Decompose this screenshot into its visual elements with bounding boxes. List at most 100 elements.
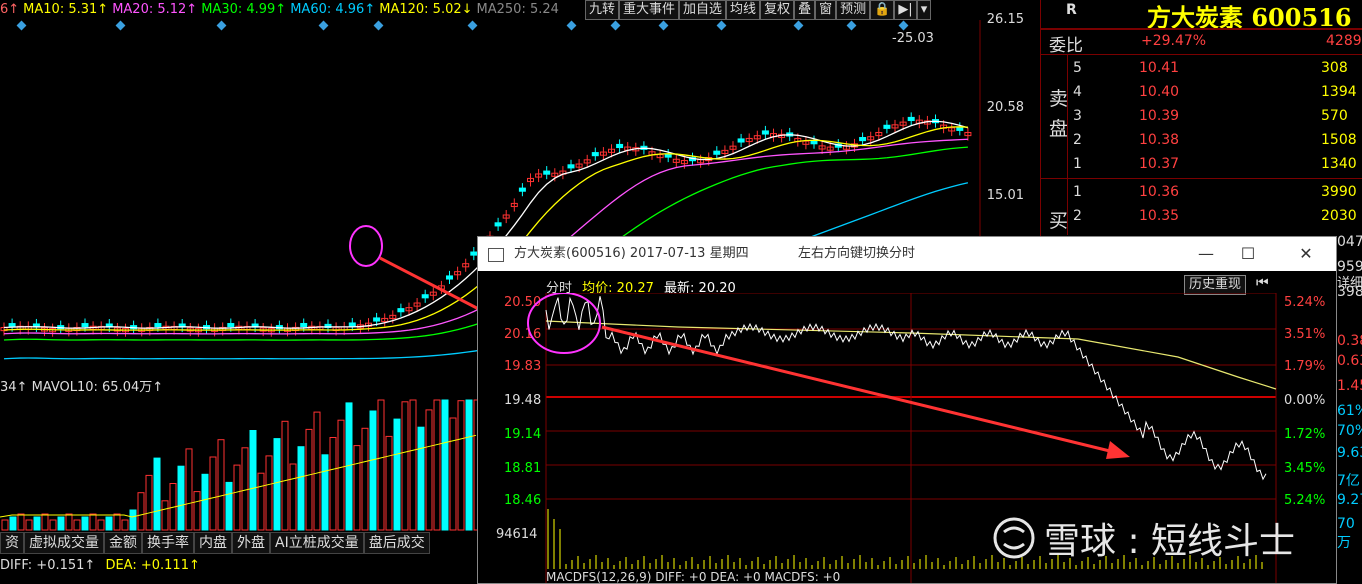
volume-bar xyxy=(105,516,113,531)
price-axis-label: 19.48 xyxy=(504,393,541,408)
volume-bar xyxy=(161,500,169,531)
candle-body xyxy=(227,323,235,328)
level-price: 10.36 xyxy=(1139,184,1180,200)
ma-legend-item: MA10: 5.31↑ xyxy=(23,2,109,17)
volume-bar xyxy=(113,513,121,531)
watermark-text: 雪球 : 短线斗士 xyxy=(1044,521,1296,562)
price-axis-label: 19.83 xyxy=(504,359,541,374)
sell-level-row[interactable]: 4 10.40 1394 xyxy=(1041,80,1362,104)
candle-body xyxy=(883,124,891,129)
indicator-tab[interactable]: 外盘 xyxy=(232,532,270,554)
popup-title: 方大炭素(600516) 2017-07-13 星期四 xyxy=(514,246,749,261)
volume-bar xyxy=(65,513,73,531)
skip-next-icon[interactable]: ▶| xyxy=(894,0,917,20)
chevron-down-icon[interactable]: ▾ xyxy=(916,0,932,20)
maximize-icon[interactable]: ☐ xyxy=(1228,237,1268,271)
volume-bar xyxy=(73,519,81,531)
volume-bar xyxy=(329,437,337,531)
volume-bar xyxy=(449,417,457,531)
volume-bar xyxy=(185,448,193,531)
volume-bar xyxy=(81,516,89,531)
candle-body xyxy=(713,150,721,155)
indicator-tab[interactable]: 盘后成交 xyxy=(363,532,430,554)
volume-chart[interactable] xyxy=(0,392,480,532)
indicator-tab[interactable]: 内盘 xyxy=(194,532,232,554)
indicator-tab[interactable]: 换手率 xyxy=(142,532,194,554)
level-number: 2 xyxy=(1073,208,1082,224)
buy-level-row[interactable]: 1 10.36 3990 xyxy=(1041,180,1362,204)
volume-bar xyxy=(209,456,217,531)
toolbar-button[interactable]: 九转 xyxy=(585,0,620,20)
candle-body xyxy=(446,275,453,280)
volume-bar xyxy=(337,419,345,531)
volume-bar xyxy=(225,481,233,531)
buy-level-row[interactable]: 2 10.35 2030 xyxy=(1041,204,1362,228)
minimize-icon[interactable]: — xyxy=(1186,237,1226,271)
side-value: 9.63 xyxy=(1337,445,1362,461)
popup-hint: 左右方向键切换分时 xyxy=(798,246,916,261)
toolbar-button[interactable]: 窗 xyxy=(815,0,837,20)
candle-body xyxy=(567,164,575,169)
chart-toolbar: 九转 重大事件 加自选 均线 复权叠窗预测 🔒 ▶| ▾ xyxy=(585,0,932,20)
volume-bar xyxy=(241,447,249,531)
ma-legend-item: MA30: 4.99↑ xyxy=(201,2,287,17)
toolbar-button[interactable]: 重大事件 xyxy=(619,0,680,20)
price-axis-label: 20.50 xyxy=(504,295,541,310)
level-number: 5 xyxy=(1073,60,1082,76)
volume-bar xyxy=(17,513,25,531)
volume-bar xyxy=(137,492,145,531)
toolbar-button[interactable]: 预测 xyxy=(836,0,871,20)
indicator-tab[interactable]: AI立桩成交量 xyxy=(270,532,364,554)
candle-body xyxy=(154,323,162,328)
close-icon[interactable]: ✕ xyxy=(1286,237,1326,271)
level-price: 10.40 xyxy=(1139,84,1180,100)
volume-bar xyxy=(393,418,401,531)
percent-axis-label: 5.24% xyxy=(1284,493,1325,508)
sell-level-row[interactable]: 2 10.38 1508 xyxy=(1041,128,1362,152)
candle-body xyxy=(543,170,551,175)
popup-titlebar[interactable]: 方大炭素(600516) 2017-07-13 星期四 左右方向键切换分时 — … xyxy=(478,237,1336,271)
candle-body xyxy=(518,187,526,192)
sell-level-row[interactable]: 5 10.41 308 xyxy=(1041,56,1362,80)
level-price: 10.41 xyxy=(1139,60,1180,76)
volume-bar xyxy=(433,399,441,531)
volume-bar xyxy=(273,438,281,531)
indicator-tabs: 资虚拟成交量 金额 换手率 内盘 外盘 AI立桩成交量 盘后成交 xyxy=(0,532,430,554)
volume-bar xyxy=(281,420,289,531)
toolbar-button[interactable]: 叠 xyxy=(794,0,816,20)
arrow-head xyxy=(1106,441,1130,459)
price-label-mid: 20.58 xyxy=(986,100,1024,115)
volume-bar xyxy=(25,519,33,531)
indicator-tab[interactable]: 虚拟成交量 xyxy=(24,532,104,554)
sell-level-row[interactable]: 1 10.37 1340 xyxy=(1041,152,1362,176)
skip-back-icon[interactable]: ⏮ xyxy=(1256,275,1269,291)
level-number: 4 xyxy=(1073,84,1082,100)
divider xyxy=(1041,178,1362,179)
high-price-label: -25.03 xyxy=(892,31,934,46)
candle-body xyxy=(591,152,599,157)
level-price: 10.37 xyxy=(1139,156,1180,172)
side-value: 70% xyxy=(1337,423,1362,439)
intraday-price-line xyxy=(545,296,1267,481)
stock-badge: R xyxy=(1066,2,1077,18)
toolbar-button[interactable]: 复权 xyxy=(760,0,795,20)
percent-axis-label: 1.72% xyxy=(1284,427,1325,442)
candle-body xyxy=(81,323,89,328)
side-value: 047 xyxy=(1337,234,1362,250)
level-number: 2 xyxy=(1073,132,1082,148)
indicator-tab[interactable]: 金额 xyxy=(104,532,142,554)
level-number: 3 xyxy=(1073,108,1082,124)
indicator-tab[interactable]: 资 xyxy=(0,532,24,554)
sell-level-row[interactable]: 3 10.39 570 xyxy=(1041,104,1362,128)
volume-bar xyxy=(377,399,385,531)
toolbar-button[interactable]: 均线 xyxy=(726,0,761,20)
volume-bar xyxy=(217,439,225,531)
candle-body xyxy=(737,138,745,143)
level-price: 10.38 xyxy=(1139,132,1180,148)
level-volume: 1394 xyxy=(1321,84,1357,100)
volume-bar xyxy=(33,516,41,531)
lock-icon[interactable]: 🔒 xyxy=(870,0,895,20)
level-volume: 2030 xyxy=(1321,208,1357,224)
toolbar-button[interactable]: 加自选 xyxy=(679,0,727,20)
replay-button[interactable]: 历史重现 xyxy=(1184,275,1247,295)
